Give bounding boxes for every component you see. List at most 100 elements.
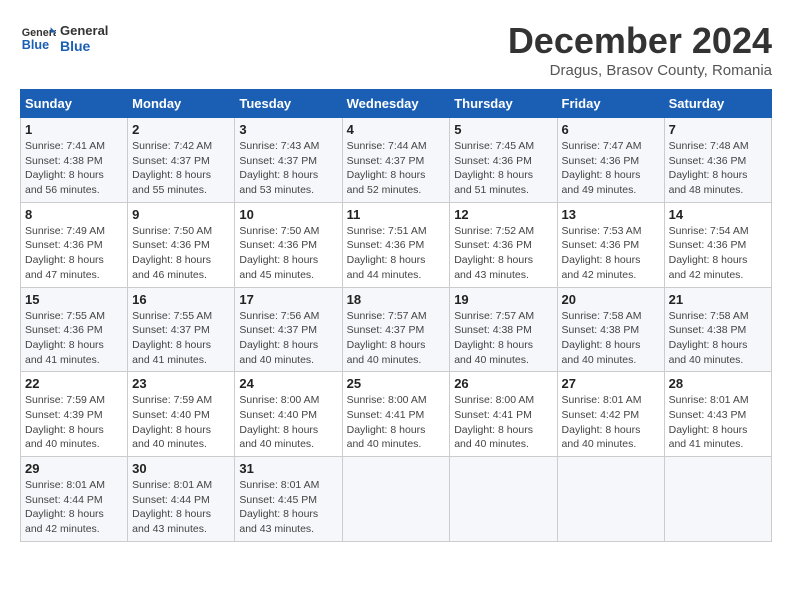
calendar-week-row: 29 Sunrise: 8:01 AMSunset: 4:44 PMDaylig…	[21, 457, 772, 542]
calendar-day-cell: 10 Sunrise: 7:50 AMSunset: 4:36 PMDaylig…	[235, 202, 342, 287]
calendar-day-cell: 14 Sunrise: 7:54 AMSunset: 4:36 PMDaylig…	[664, 202, 771, 287]
day-detail: Sunrise: 7:45 AMSunset: 4:36 PMDaylight:…	[454, 140, 534, 196]
calendar-day-cell: 25 Sunrise: 8:00 AMSunset: 4:41 PMDaylig…	[342, 372, 450, 457]
day-number: 26	[454, 376, 552, 391]
day-of-week-header: Tuesday	[235, 90, 342, 118]
day-detail: Sunrise: 8:01 AMSunset: 4:44 PMDaylight:…	[25, 479, 105, 535]
calendar-day-cell: 1 Sunrise: 7:41 AMSunset: 4:38 PMDayligh…	[21, 118, 128, 203]
calendar-day-cell: 27 Sunrise: 8:01 AMSunset: 4:42 PMDaylig…	[557, 372, 664, 457]
day-detail: Sunrise: 7:43 AMSunset: 4:37 PMDaylight:…	[239, 140, 319, 196]
day-detail: Sunrise: 8:01 AMSunset: 4:45 PMDaylight:…	[239, 479, 319, 535]
calendar-day-cell: 29 Sunrise: 8:01 AMSunset: 4:44 PMDaylig…	[21, 457, 128, 542]
calendar-day-cell: 23 Sunrise: 7:59 AMSunset: 4:40 PMDaylig…	[128, 372, 235, 457]
day-detail: Sunrise: 8:01 AMSunset: 4:43 PMDaylight:…	[669, 394, 749, 450]
day-detail: Sunrise: 7:51 AMSunset: 4:36 PMDaylight:…	[347, 225, 427, 281]
day-detail: Sunrise: 7:41 AMSunset: 4:38 PMDaylight:…	[25, 140, 105, 196]
day-number: 17	[239, 292, 337, 307]
day-number: 19	[454, 292, 552, 307]
day-number: 24	[239, 376, 337, 391]
calendar-day-cell: 31 Sunrise: 8:01 AMSunset: 4:45 PMDaylig…	[235, 457, 342, 542]
day-number: 14	[669, 207, 767, 222]
calendar-day-cell: 17 Sunrise: 7:56 AMSunset: 4:37 PMDaylig…	[235, 287, 342, 372]
calendar-day-cell	[557, 457, 664, 542]
day-number: 28	[669, 376, 767, 391]
logo: General Blue General Blue	[20, 20, 108, 56]
calendar-title: December 2024	[508, 20, 772, 62]
day-detail: Sunrise: 7:42 AMSunset: 4:37 PMDaylight:…	[132, 140, 212, 196]
calendar-day-cell: 11 Sunrise: 7:51 AMSunset: 4:36 PMDaylig…	[342, 202, 450, 287]
day-of-week-header: Monday	[128, 90, 235, 118]
calendar-day-cell: 5 Sunrise: 7:45 AMSunset: 4:36 PMDayligh…	[450, 118, 557, 203]
day-detail: Sunrise: 7:57 AMSunset: 4:38 PMDaylight:…	[454, 310, 534, 366]
calendar-day-cell: 19 Sunrise: 7:57 AMSunset: 4:38 PMDaylig…	[450, 287, 557, 372]
day-number: 9	[132, 207, 230, 222]
day-number: 11	[347, 207, 446, 222]
day-of-week-header: Friday	[557, 90, 664, 118]
day-number: 3	[239, 122, 337, 137]
day-detail: Sunrise: 7:50 AMSunset: 4:36 PMDaylight:…	[132, 225, 212, 281]
calendar-day-cell: 8 Sunrise: 7:49 AMSunset: 4:36 PMDayligh…	[21, 202, 128, 287]
day-number: 12	[454, 207, 552, 222]
calendar-day-cell: 26 Sunrise: 8:00 AMSunset: 4:41 PMDaylig…	[450, 372, 557, 457]
day-number: 21	[669, 292, 767, 307]
calendar-day-cell	[450, 457, 557, 542]
calendar-day-cell	[664, 457, 771, 542]
day-detail: Sunrise: 8:01 AMSunset: 4:42 PMDaylight:…	[562, 394, 642, 450]
day-detail: Sunrise: 8:00 AMSunset: 4:41 PMDaylight:…	[347, 394, 427, 450]
day-number: 18	[347, 292, 446, 307]
day-detail: Sunrise: 7:53 AMSunset: 4:36 PMDaylight:…	[562, 225, 642, 281]
day-detail: Sunrise: 7:59 AMSunset: 4:39 PMDaylight:…	[25, 394, 105, 450]
day-detail: Sunrise: 7:54 AMSunset: 4:36 PMDaylight:…	[669, 225, 749, 281]
day-detail: Sunrise: 7:55 AMSunset: 4:37 PMDaylight:…	[132, 310, 212, 366]
calendar-day-cell	[342, 457, 450, 542]
day-detail: Sunrise: 7:57 AMSunset: 4:37 PMDaylight:…	[347, 310, 427, 366]
calendar-day-cell: 20 Sunrise: 7:58 AMSunset: 4:38 PMDaylig…	[557, 287, 664, 372]
calendar-day-cell: 7 Sunrise: 7:48 AMSunset: 4:36 PMDayligh…	[664, 118, 771, 203]
day-number: 30	[132, 461, 230, 476]
calendar-table: SundayMondayTuesdayWednesdayThursdayFrid…	[20, 89, 772, 542]
day-number: 10	[239, 207, 337, 222]
calendar-day-cell: 3 Sunrise: 7:43 AMSunset: 4:37 PMDayligh…	[235, 118, 342, 203]
calendar-day-cell: 13 Sunrise: 7:53 AMSunset: 4:36 PMDaylig…	[557, 202, 664, 287]
calendar-day-cell: 28 Sunrise: 8:01 AMSunset: 4:43 PMDaylig…	[664, 372, 771, 457]
day-number: 20	[562, 292, 660, 307]
day-detail: Sunrise: 7:48 AMSunset: 4:36 PMDaylight:…	[669, 140, 749, 196]
day-detail: Sunrise: 7:49 AMSunset: 4:36 PMDaylight:…	[25, 225, 105, 281]
day-detail: Sunrise: 8:01 AMSunset: 4:44 PMDaylight:…	[132, 479, 212, 535]
day-detail: Sunrise: 8:00 AMSunset: 4:40 PMDaylight:…	[239, 394, 319, 450]
day-number: 23	[132, 376, 230, 391]
day-detail: Sunrise: 7:58 AMSunset: 4:38 PMDaylight:…	[562, 310, 642, 366]
svg-text:Blue: Blue	[22, 38, 49, 52]
calendar-day-cell: 15 Sunrise: 7:55 AMSunset: 4:36 PMDaylig…	[21, 287, 128, 372]
day-detail: Sunrise: 7:55 AMSunset: 4:36 PMDaylight:…	[25, 310, 105, 366]
day-detail: Sunrise: 7:44 AMSunset: 4:37 PMDaylight:…	[347, 140, 427, 196]
day-number: 2	[132, 122, 230, 137]
calendar-week-row: 15 Sunrise: 7:55 AMSunset: 4:36 PMDaylig…	[21, 287, 772, 372]
title-section: December 2024 Dragus, Brasov County, Rom…	[508, 20, 772, 79]
day-number: 13	[562, 207, 660, 222]
calendar-day-cell: 4 Sunrise: 7:44 AMSunset: 4:37 PMDayligh…	[342, 118, 450, 203]
calendar-day-cell: 2 Sunrise: 7:42 AMSunset: 4:37 PMDayligh…	[128, 118, 235, 203]
day-number: 27	[562, 376, 660, 391]
day-number: 29	[25, 461, 123, 476]
logo-blue-text: Blue	[60, 38, 108, 54]
day-detail: Sunrise: 7:50 AMSunset: 4:36 PMDaylight:…	[239, 225, 319, 281]
day-detail: Sunrise: 7:58 AMSunset: 4:38 PMDaylight:…	[669, 310, 749, 366]
day-of-week-header: Wednesday	[342, 90, 450, 118]
day-number: 6	[562, 122, 660, 137]
day-number: 5	[454, 122, 552, 137]
day-detail: Sunrise: 7:52 AMSunset: 4:36 PMDaylight:…	[454, 225, 534, 281]
calendar-week-row: 22 Sunrise: 7:59 AMSunset: 4:39 PMDaylig…	[21, 372, 772, 457]
calendar-day-cell: 24 Sunrise: 8:00 AMSunset: 4:40 PMDaylig…	[235, 372, 342, 457]
day-detail: Sunrise: 8:00 AMSunset: 4:41 PMDaylight:…	[454, 394, 534, 450]
calendar-day-cell: 18 Sunrise: 7:57 AMSunset: 4:37 PMDaylig…	[342, 287, 450, 372]
day-number: 31	[239, 461, 337, 476]
calendar-body: 1 Sunrise: 7:41 AMSunset: 4:38 PMDayligh…	[21, 118, 772, 542]
day-of-week-header: Saturday	[664, 90, 771, 118]
calendar-week-row: 1 Sunrise: 7:41 AMSunset: 4:38 PMDayligh…	[21, 118, 772, 203]
calendar-day-cell: 22 Sunrise: 7:59 AMSunset: 4:39 PMDaylig…	[21, 372, 128, 457]
logo-general-text: General	[60, 23, 108, 38]
logo-icon: General Blue	[20, 20, 56, 56]
day-number: 25	[347, 376, 446, 391]
day-detail: Sunrise: 7:56 AMSunset: 4:37 PMDaylight:…	[239, 310, 319, 366]
